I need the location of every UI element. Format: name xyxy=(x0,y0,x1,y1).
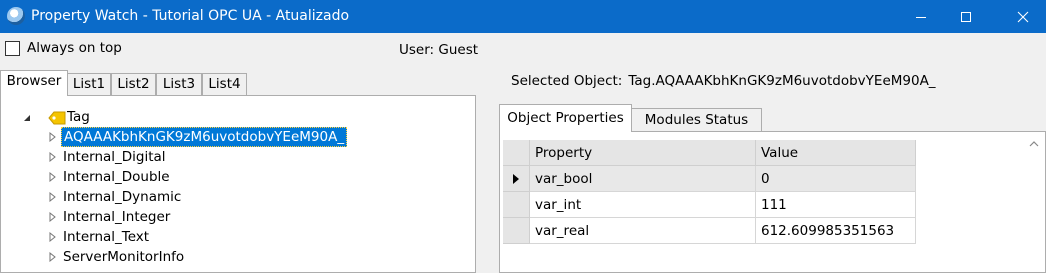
tree-item-selected[interactable]: AQAAAKbhKnGK9zM6uvotdobvYEeM90A_ xyxy=(1,127,471,147)
row-header[interactable] xyxy=(503,166,530,192)
collapsed-arrow-icon[interactable] xyxy=(48,172,58,182)
collapsed-arrow-icon[interactable] xyxy=(48,212,58,222)
selected-object-label: Selected Object: xyxy=(511,73,623,89)
maximize-button[interactable] xyxy=(943,0,989,33)
tree-item-label: Internal_Digital xyxy=(63,149,166,165)
tree-item[interactable]: Internal_Integer xyxy=(1,207,471,227)
collapsed-arrow-icon[interactable] xyxy=(48,192,58,202)
tab-browser[interactable]: Browser xyxy=(0,70,68,96)
table-row[interactable]: var_int 111 xyxy=(503,192,926,218)
tab-list1[interactable]: List1 xyxy=(67,73,111,95)
tab-list4[interactable]: List4 xyxy=(202,73,247,95)
tree-item-label: Internal_Double xyxy=(63,169,170,185)
tree-item[interactable]: ServerMonitorInfo xyxy=(1,247,471,267)
tab-object-properties[interactable]: Object Properties xyxy=(499,104,632,132)
left-pane: Always on top User: Guest Browser List1 … xyxy=(0,33,487,273)
property-cell[interactable]: var_bool xyxy=(530,166,756,192)
maximize-icon xyxy=(961,11,971,22)
tree-item[interactable]: Internal_Dynamic xyxy=(1,187,471,207)
column-header-property[interactable]: Property xyxy=(530,140,756,166)
tree-item[interactable]: Internal_Digital xyxy=(1,147,471,167)
close-button[interactable] xyxy=(1000,0,1046,33)
close-icon xyxy=(1017,11,1029,22)
app-icon xyxy=(7,7,25,25)
user-label: User: Guest xyxy=(399,42,479,58)
right-pane: Selected Object: Tag.AQAAAKbhKnGK9zM6uvot… xyxy=(487,33,1046,273)
value-cell[interactable]: 0 xyxy=(756,166,916,192)
collapsed-arrow-icon[interactable] xyxy=(48,152,58,162)
expanded-arrow-icon[interactable] xyxy=(22,113,32,123)
always-on-top-label[interactable]: Always on top xyxy=(27,39,122,57)
current-row-icon xyxy=(513,174,519,184)
tree-item-label: AQAAAKbhKnGK9zM6uvotdobvYEeM90A_ xyxy=(61,127,348,147)
tree-item-label: Internal_Text xyxy=(63,229,150,245)
collapsed-arrow-icon[interactable] xyxy=(48,252,58,262)
collapsed-arrow-icon[interactable] xyxy=(48,232,58,242)
minimize-icon xyxy=(916,16,926,18)
row-header[interactable] xyxy=(503,192,530,218)
title-bar: Property Watch - Tutorial OPC UA - Atual… xyxy=(0,0,1046,33)
tree-item-tag[interactable]: Tag xyxy=(1,107,471,127)
row-header-corner xyxy=(503,140,530,166)
column-header-value[interactable]: Value xyxy=(756,140,916,166)
tree-item[interactable]: Internal_Text xyxy=(1,227,471,247)
tab-modules-status[interactable]: Modules Status xyxy=(631,108,762,132)
tree-view[interactable]: Tag AQAAAKbhKnGK9zM6uvotdobvYEeM90A_ Int… xyxy=(0,95,476,273)
property-cell[interactable]: var_real xyxy=(530,218,756,244)
table-row[interactable]: var_real 612.609985351563 xyxy=(503,218,926,244)
tree-item-label: Tag xyxy=(67,109,90,125)
collapsed-arrow-icon[interactable] xyxy=(48,132,58,142)
table-row[interactable]: var_bool 0 xyxy=(503,166,926,192)
property-cell[interactable]: var_int xyxy=(530,192,756,218)
value-cell[interactable]: 111 xyxy=(756,192,916,218)
window-title: Property Watch - Tutorial OPC UA - Atual… xyxy=(31,8,350,24)
tab-list2[interactable]: List2 xyxy=(111,73,156,95)
tree-item[interactable]: Internal_Double xyxy=(1,167,471,187)
scroll-up-icon[interactable] xyxy=(1027,137,1041,151)
tree-item-label: Internal_Dynamic xyxy=(63,189,182,205)
tree-item-label: ServerMonitorInfo xyxy=(63,249,185,265)
selected-object: Selected Object: Tag.AQAAAKbhKnGK9zM6uvot… xyxy=(511,72,936,90)
row-header[interactable] xyxy=(503,218,530,244)
selected-object-value: Tag.AQAAAKbhKnGK9zM6uvotdobvYEeM90A_ xyxy=(628,73,936,89)
minimize-button[interactable] xyxy=(898,0,944,33)
grid-header-row: Property Value xyxy=(503,140,926,166)
always-on-top-checkbox[interactable] xyxy=(5,41,20,56)
tab-list3[interactable]: List3 xyxy=(156,73,202,95)
tree-item-label: Internal_Integer xyxy=(63,209,171,225)
value-cell[interactable]: 612.609985351563 xyxy=(756,218,916,244)
tag-icon xyxy=(48,111,66,125)
